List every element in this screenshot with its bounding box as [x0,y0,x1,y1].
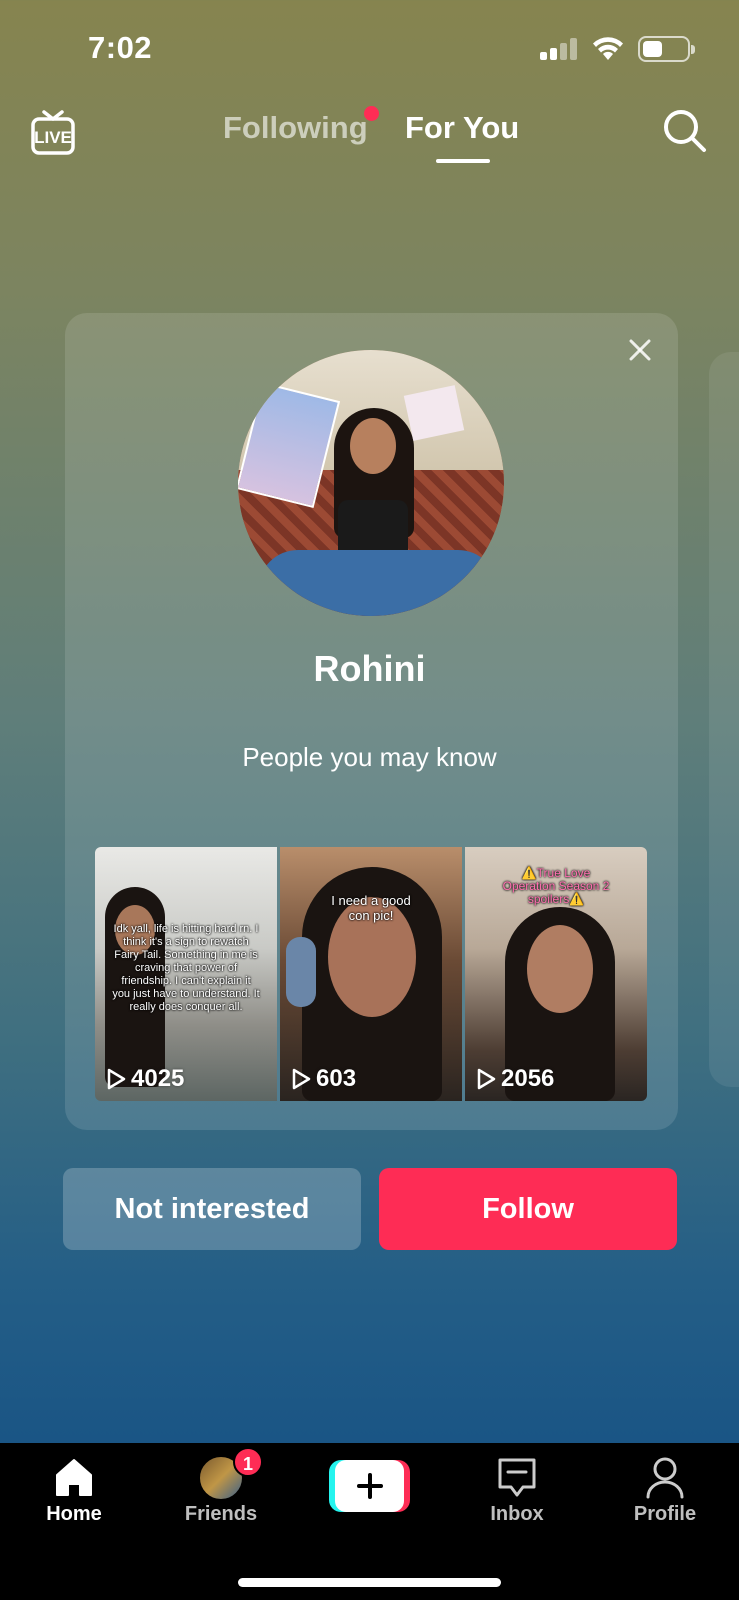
battery-icon [638,36,695,62]
live-icon[interactable]: LIVE [30,108,76,156]
play-count: 4025 [105,1065,184,1093]
home-icon [56,1459,92,1496]
suggested-user-name[interactable]: Rohini [0,648,739,690]
video-thumbnail[interactable]: ⚠️True Love Operation Season 2 spoilers⚠… [465,847,647,1101]
close-icon[interactable] [628,338,652,362]
inbox-icon [498,1458,536,1497]
not-interested-button[interactable]: Not interested [63,1168,361,1250]
status-time: 7:02 [88,30,153,65]
next-suggestion-card-peek[interactable] [709,352,739,1087]
video-caption: ⚠️True Love Operation Season 2 spoilers⚠… [502,866,610,906]
video-thumbnails: Idk yall, life is hitting hard rn. I thi… [95,847,648,1101]
create-button[interactable] [329,1460,410,1512]
play-icon [477,1068,496,1090]
following-notification-dot [364,106,379,121]
bottom-nav: Home 1 Friends Inbox Profile [0,1443,739,1600]
wifi-icon [593,37,623,60]
nav-friends[interactable]: 1 Friends [161,1443,281,1543]
video-caption: Idk yall, life is hitting hard rn. I thi… [112,923,260,1013]
video-thumbnail[interactable]: Idk yall, life is hitting hard rn. I thi… [95,847,277,1101]
home-indicator [238,1578,501,1587]
follow-button[interactable]: Follow [379,1168,677,1250]
nav-label-friends: Friends [184,1503,258,1525]
video-thumbnail[interactable]: I need a good con pic! 603 [280,847,462,1101]
nav-inbox[interactable]: Inbox [457,1443,577,1543]
tab-for-you[interactable]: For You [405,110,519,146]
tab-following[interactable]: Following [223,110,368,146]
status-bar: 7:02 [0,0,739,100]
plus-icon [356,1473,383,1499]
play-count-value: 2056 [501,1065,555,1092]
friends-badge: 1 [233,1447,263,1477]
nav-home[interactable]: Home [14,1443,134,1543]
play-count-value: 4025 [131,1065,185,1092]
nav-profile[interactable]: Profile [605,1443,725,1543]
live-label: LIVE [34,128,72,147]
play-count: 2056 [475,1065,554,1093]
suggestion-reason: People you may know [242,742,497,772]
play-count-value: 603 [316,1065,357,1092]
nav-label-inbox: Inbox [490,1503,544,1525]
nav-label-home: Home [46,1503,102,1525]
nav-label-profile: Profile [633,1503,697,1525]
active-tab-indicator [436,159,490,163]
search-icon[interactable] [662,108,708,154]
play-icon [292,1068,311,1090]
play-icon [107,1068,126,1090]
play-count: 603 [290,1065,356,1093]
video-caption: I need a good con pic! [331,893,411,923]
cellular-signal-icon [540,38,578,60]
profile-icon [646,1457,684,1499]
avatar[interactable] [238,350,504,616]
